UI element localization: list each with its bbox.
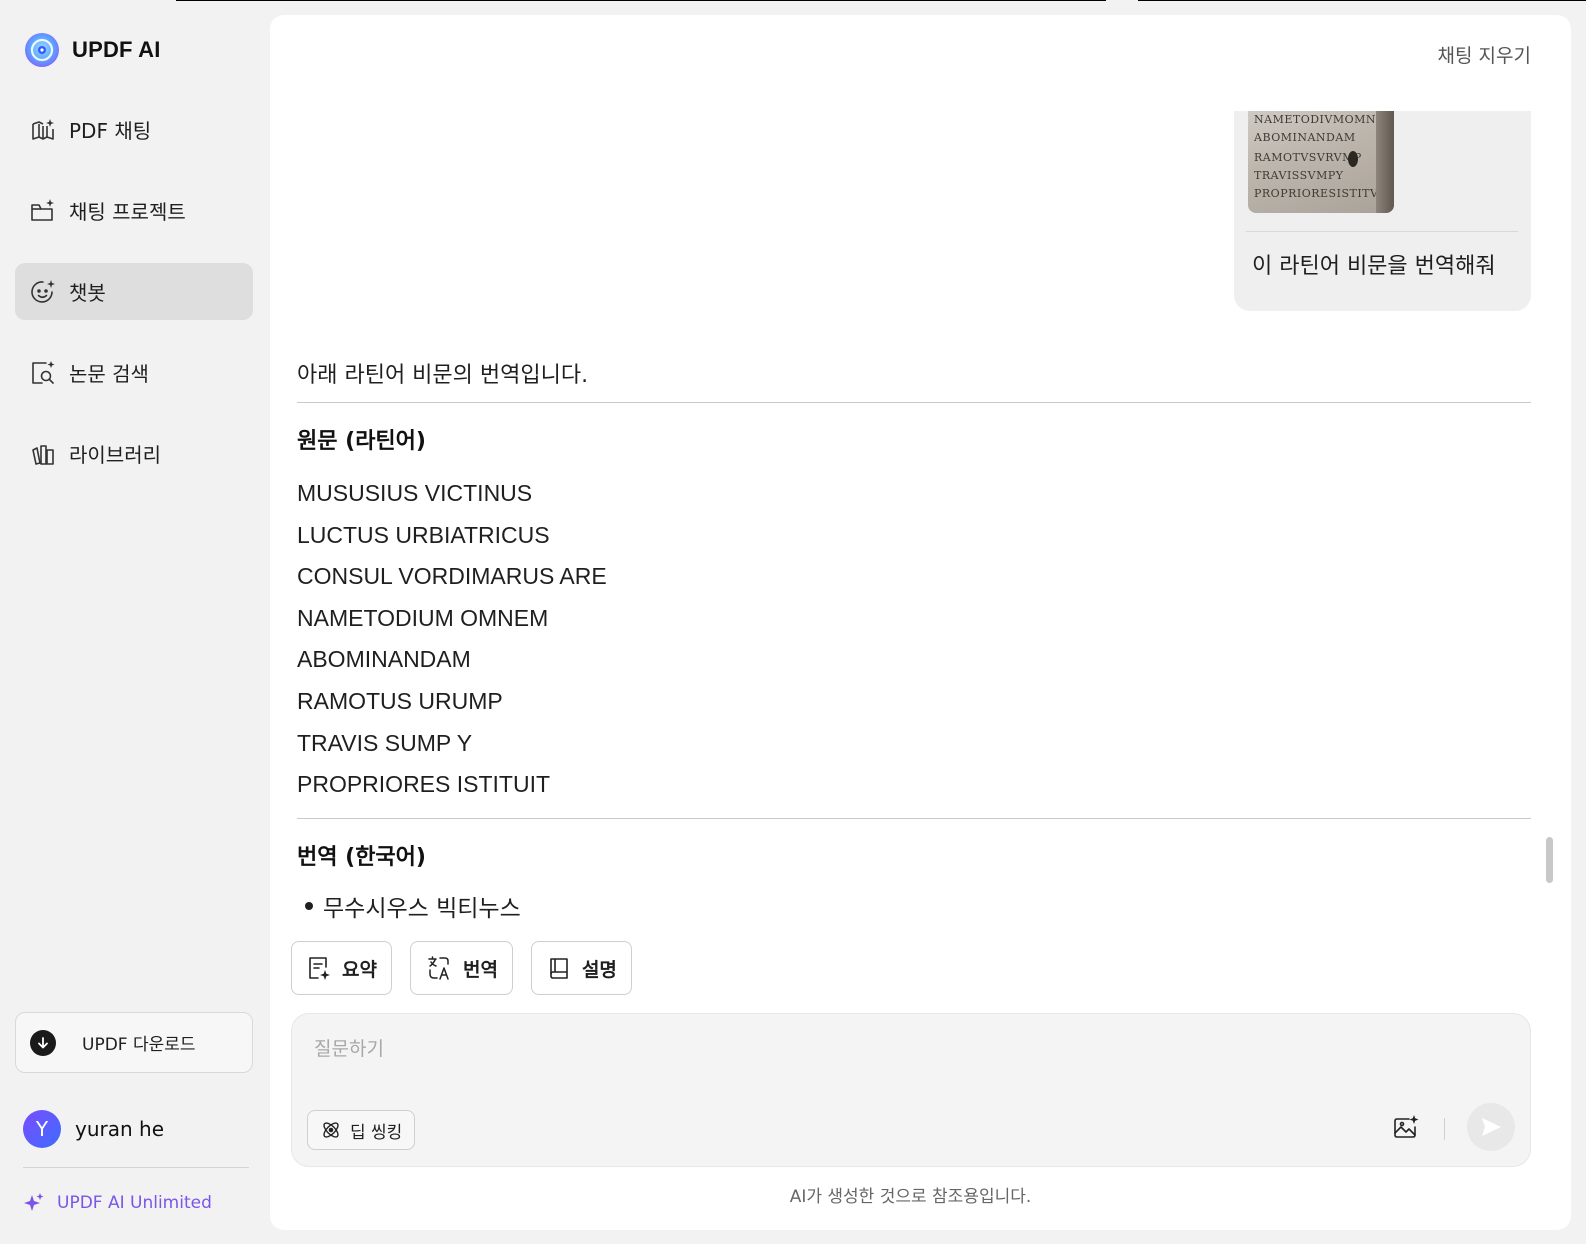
quick-actions: 요약 번역 설명 <box>291 941 632 995</box>
document-search-icon <box>29 359 57 387</box>
latin-line: LUCTUS URBIATRICUS <box>297 521 550 548</box>
user-name: yuran he <box>75 1117 165 1141</box>
summary-icon <box>309 957 330 980</box>
avatar: Y <box>23 1110 61 1148</box>
latin-line: MUSUSIUS VICTINUS <box>297 480 533 506</box>
image-sparkle-icon <box>1394 1115 1419 1138</box>
sidebar-item-label: 챗봇 <box>69 281 106 305</box>
chat-panel: 채팅 지우기 NAMETODIVMOMNE ABOMINANDAM RAMOTV… <box>270 15 1571 1230</box>
composer-divider <box>1444 1118 1445 1140</box>
explain-button[interactable]: 설명 <box>530 941 632 995</box>
deep-thinking-label: 딥 씽킹 <box>350 1122 403 1143</box>
chat-scrollbar[interactable] <box>1546 837 1553 883</box>
brand-name: UPDF AI <box>72 37 161 62</box>
sidebar-item-library[interactable]: 라이브러리 <box>15 425 253 482</box>
deep-thinking-toggle[interactable]: 딥 씽킹 <box>307 1110 416 1150</box>
message-composer: 딥 씽킹 <box>291 1013 1531 1167</box>
assistant-message: 아래 라틴어 비문의 번역입니다. 원문 (라틴어) MUSUSIUS VICT… <box>297 357 1531 923</box>
inscription-line: TRAVISSVMPY <box>1254 169 1344 182</box>
translate-icon <box>428 956 449 980</box>
book-sparkle-icon <box>29 116 57 144</box>
bullet-icon <box>305 901 313 910</box>
explain-label: 설명 <box>581 958 617 981</box>
translation-list: 무수시우스 빅티누스 <box>297 889 1531 923</box>
answer-divider <box>297 402 1531 403</box>
bubble-divider <box>1246 231 1518 232</box>
list-item: 무수시우스 빅티누스 <box>297 889 1531 923</box>
translation-heading: 번역 (한국어) <box>297 844 426 870</box>
sidebar-item-paper-search[interactable]: 논문 검색 <box>15 344 253 401</box>
latin-line: ABOMINANDAM <box>297 646 471 673</box>
sidebar-item-label: 채팅 프로젝트 <box>69 200 186 224</box>
user-message-text: 이 라틴어 비문을 번역해줘 <box>1252 254 1496 279</box>
chat-messages: NAMETODIVMOMNE ABOMINANDAM RAMOTVSVRVMP … <box>270 111 1571 931</box>
translate-button[interactable]: 번역 <box>409 941 513 995</box>
latin-line: CONSUL VORDIMARUS ARE <box>297 563 607 590</box>
answer-divider <box>297 817 1531 819</box>
inscription-line: ABOMINANDAM <box>1254 131 1356 144</box>
summary-button[interactable]: 요약 <box>291 941 392 995</box>
library-icon <box>29 440 57 468</box>
summary-label: 요약 <box>342 958 377 981</box>
sidebar: UPDF AI PDF 채팅 채팅 프로젝트 챗봇 논문 검색 라이브러리 UP… <box>0 0 268 1244</box>
inscription-line: NAMETODIVMOMNE <box>1254 113 1385 126</box>
sidebar-item-label: 논문 검색 <box>69 362 149 386</box>
user-profile[interactable]: Y yuran he <box>23 1110 164 1148</box>
sparkle-icon <box>24 1193 44 1211</box>
send-icon <box>1482 1118 1501 1136</box>
updf-logo-icon <box>25 33 59 67</box>
latin-text: MUSUSIUS VICTINUS LUCTUS URBIATRICUS CON… <box>297 473 1531 806</box>
question-input[interactable] <box>314 1034 1314 1074</box>
sidebar-item-chatbot[interactable]: 챗봇 <box>15 263 253 320</box>
sidebar-item-pdf-chat[interactable]: PDF 채팅 <box>15 101 253 158</box>
ai-disclaimer: AI가 생성한 것으로 참조용입니다. <box>789 1187 1032 1207</box>
translate-label: 번역 <box>462 958 498 981</box>
sidebar-nav: PDF 채팅 채팅 프로젝트 챗봇 논문 검색 라이브러리 <box>15 101 253 506</box>
chatbot-face-icon <box>29 278 57 306</box>
sidebar-divider <box>23 1167 249 1168</box>
unlimited-label: UPDF AI Unlimited <box>57 1193 212 1213</box>
answer-intro: 아래 라틴어 비문의 번역입니다. <box>297 363 589 388</box>
atom-icon <box>323 1122 339 1138</box>
sidebar-item-label: PDF 채팅 <box>69 119 152 143</box>
image-upload-button[interactable] <box>1390 1112 1422 1144</box>
latin-line: RAMOTUS URUMP <box>297 687 503 714</box>
download-label: UPDF 다운로드 <box>82 1035 196 1055</box>
sidebar-item-label: 라이브러리 <box>69 443 161 467</box>
latin-line: PROPRIORES ISTITUIT <box>297 771 551 798</box>
updf-download-button[interactable]: UPDF 다운로드 <box>15 1012 253 1073</box>
inscription-image[interactable]: NAMETODIVMOMNE ABOMINANDAM RAMOTVSVRVMP … <box>1248 111 1394 213</box>
inscription-line: PROPRIORESISTITVIT <box>1254 187 1392 200</box>
download-icon <box>30 1029 56 1056</box>
clear-chat-button[interactable]: 채팅 지우기 <box>1438 41 1531 68</box>
latin-line: TRAVIS SUMP Y <box>297 729 473 756</box>
folder-sparkle-icon <box>29 197 57 225</box>
inscription-line: RAMOTVSVRVMP <box>1254 151 1362 164</box>
sidebar-item-chat-project[interactable]: 채팅 프로젝트 <box>15 182 253 239</box>
send-button[interactable] <box>1467 1103 1515 1151</box>
user-message-bubble: NAMETODIVMOMNE ABOMINANDAM RAMOTVSVRVMP … <box>1234 111 1531 311</box>
book-icon <box>550 958 568 979</box>
translation-item-text: 무수시우스 빅티누스 <box>323 895 521 922</box>
latin-line: NAMETODIUM OMNEM <box>297 604 549 631</box>
original-heading: 원문 (라틴어) <box>297 429 426 454</box>
brand[interactable]: UPDF AI <box>24 32 161 68</box>
updf-ai-unlimited-link[interactable]: UPDF AI Unlimited <box>23 1192 212 1214</box>
